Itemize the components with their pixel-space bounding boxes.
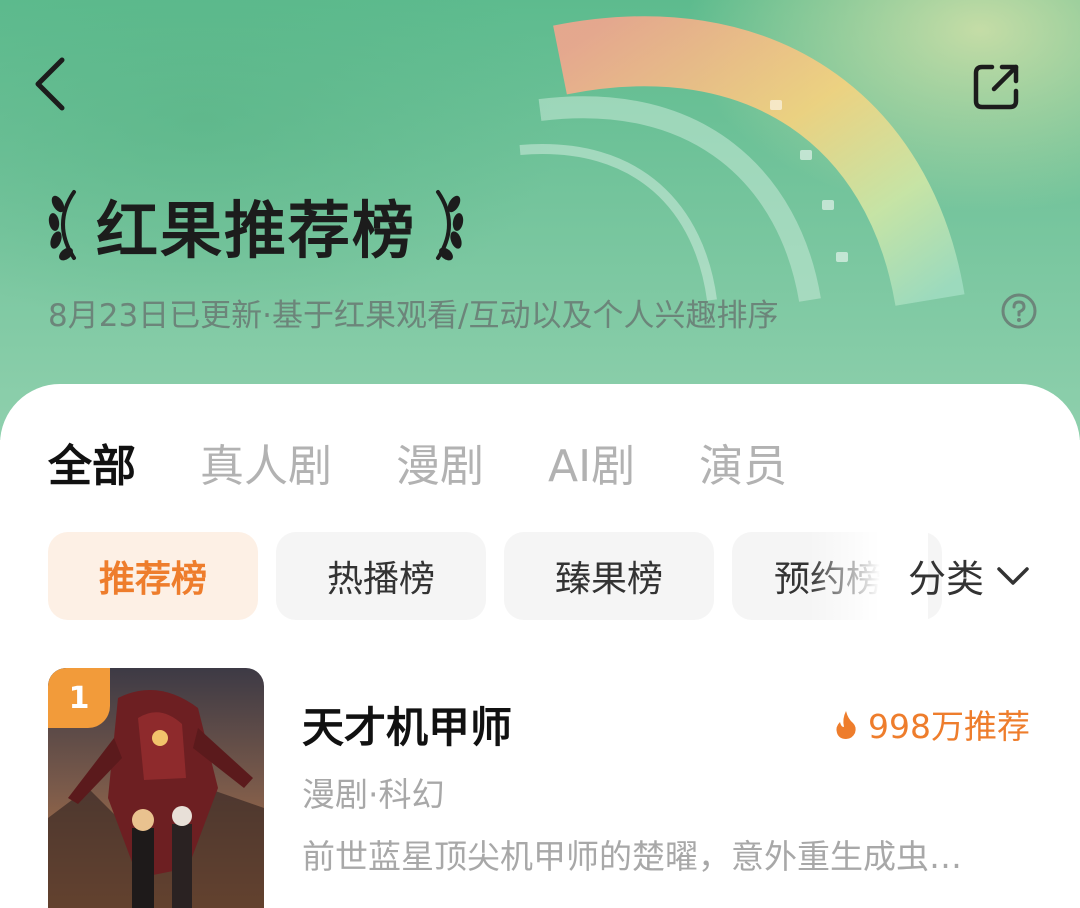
tab-comic[interactable]: 漫剧 [396,430,484,494]
tab-actors[interactable]: 演员 [699,430,787,494]
chip-premium[interactable]: 臻果榜 [504,532,714,620]
content-tabs: 全部 真人剧 漫剧 AI剧 演员 [48,430,851,494]
cover-image[interactable]: 1 [48,668,264,908]
title-row: 红果推荐榜 [44,180,468,270]
chip-hot[interactable]: 热播榜 [276,532,486,620]
question-circle-icon[interactable] [1000,292,1038,330]
category-dropdown[interactable]: 分类 [908,548,1030,603]
tab-ai-drama[interactable]: AI剧 [548,430,635,494]
chip-recommend[interactable]: 推荐榜 [48,532,258,620]
hot-count-text: 998万推荐 [868,707,1030,746]
page-title: 红果推荐榜 [96,194,417,267]
update-subtitle: 8月23日已更新·基于红果观看/互动以及个人兴趣排序 [48,298,779,334]
item-title[interactable]: 天才机甲师 [302,694,512,755]
list-item[interactable]: 1 天才机甲师 998万推荐 漫剧·科幻 前世蓝星顶尖机甲师的楚曜，意外重生成虫… [48,668,1038,908]
item-tags: 漫剧·科幻 [302,775,445,814]
laurel-left-icon [48,190,76,261]
chevron-left-icon [35,57,65,111]
hero-banner: 红果推荐榜 8月23日已更新·基于红果观看/互动以及个人兴趣排序 [0,0,1080,440]
tab-all[interactable]: 全部 [48,430,136,494]
share-button[interactable] [960,54,1032,120]
rank-badge: 1 [48,668,110,728]
chevron-down-icon [997,566,1029,585]
hot-count: 998万推荐 [834,700,1030,748]
item-description: 前世蓝星顶尖机甲师的楚曜，意外重生成虫… [302,837,962,876]
category-label: 分类 [908,557,985,601]
back-button[interactable] [22,52,78,116]
share-icon [973,64,1019,110]
tab-live-action[interactable]: 真人剧 [200,430,332,494]
fire-icon [836,711,856,739]
laurel-right-icon [436,190,464,261]
